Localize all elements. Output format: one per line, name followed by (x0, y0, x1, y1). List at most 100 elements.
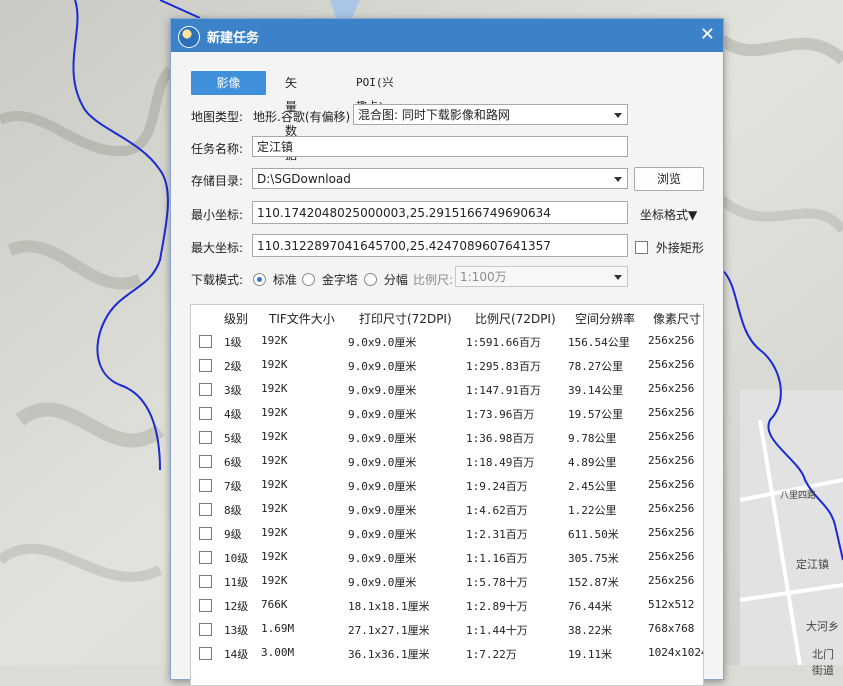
level-checkbox[interactable] (199, 455, 212, 468)
max-coord-input[interactable]: 110.3122897041645700,25.4247089607641357 (252, 234, 628, 257)
table-cell: 12级 (224, 600, 249, 613)
level-checkbox[interactable] (199, 575, 212, 588)
table-cell: 3.00M (261, 646, 295, 659)
map-label: 大河乡 (806, 620, 839, 633)
table-cell: 152.87米 (568, 576, 619, 589)
mode-standard-option[interactable]: 标准 (253, 271, 297, 288)
table-cell: 192K (261, 550, 288, 563)
mode-split-radio[interactable] (364, 273, 377, 286)
table-row[interactable]: 11级 192K 9.0x9.0厘米 1:5.78十万 152.87米 256x256 (191, 569, 703, 593)
column-header[interactable]: TIF文件大小 (269, 310, 335, 327)
table-cell: 256x256 (648, 430, 695, 443)
map-type-select[interactable]: 混合图: 同时下载影像和路网 (353, 104, 628, 125)
table-cell: 7级 (224, 480, 242, 493)
table-cell: 256x256 (648, 526, 695, 539)
mode-pyramid-option[interactable]: 金字塔 (302, 271, 358, 288)
table-cell: 9.0x9.0厘米 (348, 576, 417, 589)
table-row[interactable]: 4级 192K 9.0x9.0厘米 1:73.96百万 19.57公里 256x256 (191, 401, 703, 425)
save-dir-select[interactable]: D:\SGDownload (252, 168, 628, 189)
task-name-input[interactable]: 定江镇 (252, 136, 628, 157)
table-cell: 1:5.78十万 (466, 576, 528, 589)
table-cell: 192K (261, 526, 288, 539)
table-cell: 9.78公里 (568, 432, 617, 445)
column-header[interactable]: 打印尺寸(72DPI) (359, 310, 452, 327)
level-checkbox[interactable] (199, 359, 212, 372)
save-dir-label: 存储目录: (191, 174, 244, 188)
mode-standard-radio[interactable] (253, 273, 266, 286)
level-checkbox[interactable] (199, 623, 212, 636)
table-cell: 256x256 (648, 550, 695, 563)
table-cell: 611.50米 (568, 528, 619, 541)
scale-select[interactable]: 1:100万 (455, 266, 628, 287)
table-row[interactable]: 10级 192K 9.0x9.0厘米 1:1.16百万 305.75米 256x256 (191, 545, 703, 569)
table-row[interactable]: 9级 192K 9.0x9.0厘米 1:2.31百万 611.50米 256x256 (191, 521, 703, 545)
level-checkbox[interactable] (199, 551, 212, 564)
close-icon[interactable]: ✕ (700, 24, 715, 45)
table-cell: 9.0x9.0厘米 (348, 384, 417, 397)
level-checkbox[interactable] (199, 479, 212, 492)
mode-split-label: 分幅 (383, 273, 408, 287)
table-cell: 19.11米 (568, 648, 613, 661)
level-checkbox[interactable] (199, 599, 212, 612)
table-row[interactable]: 14级 3.00M 36.1x36.1厘米 1:7.22万 19.11米 1024x102… (191, 641, 703, 665)
min-coord-label: 最小坐标: (191, 208, 244, 222)
level-checkbox[interactable] (199, 335, 212, 348)
column-header[interactable]: 像素尺寸 (653, 310, 701, 327)
table-row[interactable]: 3级 192K 9.0x9.0厘米 1:147.91百万 39.14公里 256x256 (191, 377, 703, 401)
column-header[interactable]: 级别 (224, 310, 248, 327)
table-row[interactable]: 5级 192K 9.0x9.0厘米 1:36.98百万 9.78公里 256x256 (191, 425, 703, 449)
table-cell: 192K (261, 334, 288, 347)
table-cell: 5级 (224, 432, 242, 445)
table-row[interactable]: 8级 192K 9.0x9.0厘米 1:4.62百万 1.22公里 256x256 (191, 497, 703, 521)
column-header[interactable]: 比例尺(72DPI) (475, 310, 556, 327)
dialog-title: 新建任务 (207, 31, 260, 46)
table-cell: 1:73.96百万 (466, 408, 535, 421)
level-checkbox[interactable] (199, 503, 212, 516)
table-cell: 256x256 (648, 358, 695, 371)
column-header[interactable]: 空间分辨率 (575, 310, 635, 327)
table-cell: 256x256 (648, 574, 695, 587)
table-cell: 4.89公里 (568, 456, 617, 469)
table-row[interactable]: 6级 192K 9.0x9.0厘米 1:18.49百万 4.89公里 256x256 (191, 449, 703, 473)
map-type-label: 地图类型: (191, 110, 244, 124)
min-coord-input[interactable]: 110.1742048025000003,25.2915166749690634 (252, 201, 628, 224)
tab-imagery[interactable]: 影像 (191, 71, 266, 95)
mode-pyramid-radio[interactable] (302, 273, 315, 286)
table-cell: 1:147.91百万 (466, 384, 541, 397)
table-cell: 78.27公里 (568, 360, 624, 373)
browse-button[interactable]: 浏览 (634, 167, 704, 191)
table-row[interactable]: 2级 192K 9.0x9.0厘米 1:295.83百万 78.27公里 256x256 (191, 353, 703, 377)
table-cell: 19.57公里 (568, 408, 624, 421)
tab-vector-data[interactable]: 矢量数据 (285, 71, 297, 162)
level-checkbox[interactable] (199, 527, 212, 540)
table-cell: 192K (261, 454, 288, 467)
mode-standard-label: 标准 (272, 273, 297, 287)
outer-rect-option[interactable]: 外接矩形 (635, 239, 704, 256)
mode-split-option[interactable]: 分幅 (364, 271, 408, 288)
table-row[interactable]: 7级 192K 9.0x9.0厘米 1:9.24百万 2.45公里 256x256 (191, 473, 703, 497)
table-row[interactable]: 12级 766K 18.1x18.1厘米 1:2.89十万 76.44米 512x512 (191, 593, 703, 617)
table-header: 级别 TIF文件大小 打印尺寸(72DPI) 比例尺(72DPI) 空间分辨率 … (191, 305, 703, 329)
table-cell: 9.0x9.0厘米 (348, 336, 417, 349)
tab-poi[interactable]: POI(兴趣点) (356, 71, 394, 113)
scale-select-value: 1:100万 (460, 270, 507, 284)
table-cell: 256x256 (648, 454, 695, 467)
table-cell: 1:36.98百万 (466, 432, 535, 445)
level-checkbox[interactable] (199, 647, 212, 660)
dialog-titlebar[interactable]: 新建任务 ✕ (171, 19, 723, 52)
table-cell: 256x256 (648, 382, 695, 395)
table-cell: 9级 (224, 528, 242, 541)
task-name-label: 任务名称: (191, 142, 244, 156)
table-cell: 9.0x9.0厘米 (348, 552, 417, 565)
table-cell: 192K (261, 358, 288, 371)
table-row[interactable]: 13级 1.69M 27.1x27.1厘米 1:1.44十万 38.22米 768x768 (191, 617, 703, 641)
table-cell: 9.0x9.0厘米 (348, 456, 417, 469)
level-checkbox[interactable] (199, 431, 212, 444)
level-checkbox[interactable] (199, 407, 212, 420)
coord-format-dropdown[interactable]: 坐标格式▼ (640, 206, 697, 223)
table-row[interactable]: 1级 192K 9.0x9.0厘米 1:591.66百万 156.54公里 256x256 (191, 329, 703, 353)
level-checkbox[interactable] (199, 383, 212, 396)
app-logo-icon (178, 26, 200, 48)
outer-rect-checkbox[interactable] (635, 241, 648, 254)
table-cell: 14级 (224, 648, 249, 661)
